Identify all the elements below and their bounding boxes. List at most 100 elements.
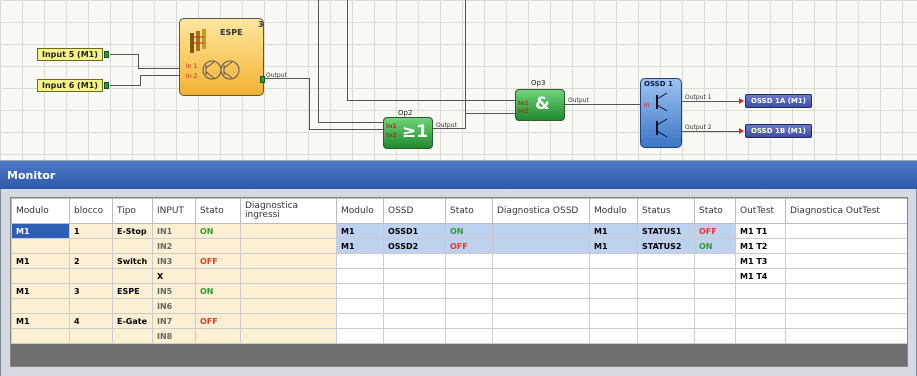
table-row[interactable]: M1 2 Switch IN3 OFF M1 T3: [11, 253, 907, 269]
table-cell[interactable]: IN7: [152, 313, 196, 329]
table-cell[interactable]: 3: [69, 283, 113, 299]
table-cell[interactable]: X: [152, 268, 196, 284]
table-cell[interactable]: [240, 328, 337, 344]
table-cell[interactable]: [195, 238, 241, 254]
column-header[interactable]: Diagnostica OutTest: [785, 198, 907, 224]
table-cell[interactable]: [69, 298, 113, 314]
table-cell[interactable]: [492, 328, 590, 344]
column-header[interactable]: OutTest: [735, 198, 786, 224]
diagram-canvas[interactable]: Input 5 (M1) Input 6 (M1) ESPE 3 In 1 In…: [0, 0, 917, 161]
table-cell[interactable]: OFF: [195, 313, 241, 329]
table-row[interactable]: X M1 T4: [11, 268, 907, 284]
table-cell[interactable]: [336, 283, 384, 299]
table-cell[interactable]: [694, 268, 736, 284]
table-cell[interactable]: STATUS1: [637, 223, 695, 239]
table-cell[interactable]: [785, 268, 907, 284]
table-cell[interactable]: [492, 298, 590, 314]
table-cell[interactable]: [785, 328, 907, 344]
op3-and-block[interactable]: & In1 In2: [515, 89, 565, 121]
table-cell[interactable]: [11, 298, 70, 314]
table-cell[interactable]: [589, 268, 638, 284]
table-cell[interactable]: [589, 253, 638, 269]
table-cell[interactable]: [112, 298, 153, 314]
table-cell[interactable]: [195, 328, 241, 344]
table-cell[interactable]: M1 T1: [735, 223, 786, 239]
table-cell[interactable]: [637, 283, 695, 299]
table-cell[interactable]: [240, 298, 337, 314]
column-header[interactable]: Stato: [445, 198, 493, 224]
table-cell[interactable]: [785, 223, 907, 239]
table-cell[interactable]: [240, 268, 337, 284]
table-cell[interactable]: IN8: [152, 328, 196, 344]
table-cell[interactable]: [336, 298, 384, 314]
input-5-block[interactable]: Input 5 (M1): [37, 48, 103, 61]
table-row[interactable]: IN6: [11, 298, 907, 314]
column-header[interactable]: Diagnostica ingressi: [240, 198, 337, 224]
table-cell[interactable]: [785, 283, 907, 299]
column-header[interactable]: Status: [637, 198, 695, 224]
column-header[interactable]: Stato: [694, 198, 736, 224]
table-cell[interactable]: M1: [589, 238, 638, 254]
column-header[interactable]: Tipo: [112, 198, 153, 224]
table-cell[interactable]: [240, 238, 337, 254]
table-cell[interactable]: [735, 313, 786, 329]
table-cell[interactable]: [785, 238, 907, 254]
input-6-block[interactable]: Input 6 (M1): [37, 79, 103, 92]
table-cell[interactable]: [383, 253, 446, 269]
table-cell[interactable]: STATUS2: [637, 238, 695, 254]
table-cell[interactable]: [445, 298, 493, 314]
table-cell[interactable]: [383, 313, 446, 329]
ossd-1a-output[interactable]: OSSD 1A (M1): [745, 94, 812, 108]
table-cell[interactable]: [336, 268, 384, 284]
table-cell[interactable]: [383, 268, 446, 284]
ossd-1b-output[interactable]: OSSD 1B (M1): [745, 124, 812, 138]
table-cell[interactable]: ON: [694, 238, 736, 254]
table-cell[interactable]: ON: [195, 223, 241, 239]
table-cell[interactable]: [112, 268, 153, 284]
ossd-1-block[interactable]: OSSD 1: [640, 78, 682, 148]
table-cell[interactable]: [112, 328, 153, 344]
table-cell[interactable]: [785, 313, 907, 329]
table-cell[interactable]: [336, 253, 384, 269]
table-cell[interactable]: [69, 268, 113, 284]
table-cell[interactable]: [492, 253, 590, 269]
column-header[interactable]: Modulo: [589, 198, 638, 224]
column-header[interactable]: Modulo: [336, 198, 384, 224]
table-cell[interactable]: M1 T4: [735, 268, 786, 284]
table-cell[interactable]: [383, 328, 446, 344]
table-cell[interactable]: 4: [69, 313, 113, 329]
column-header[interactable]: Modulo: [11, 198, 70, 224]
table-cell[interactable]: Switch: [112, 253, 153, 269]
table-cell[interactable]: [589, 298, 638, 314]
table-cell[interactable]: ESPE: [112, 283, 153, 299]
table-cell[interactable]: [637, 298, 695, 314]
table-cell[interactable]: OSSD1: [383, 223, 446, 239]
table-cell[interactable]: [195, 268, 241, 284]
table-cell[interactable]: [11, 328, 70, 344]
table-cell[interactable]: M1: [11, 253, 70, 269]
table-cell[interactable]: M1 T2: [735, 238, 786, 254]
table-cell[interactable]: [383, 298, 446, 314]
table-cell[interactable]: M1: [336, 223, 384, 239]
table-cell[interactable]: IN1: [152, 223, 196, 239]
table-cell[interactable]: OSSD2: [383, 238, 446, 254]
espe-block[interactable]: ESPE 3 In 1 In 2: [179, 18, 265, 96]
table-cell[interactable]: [445, 328, 493, 344]
table-cell[interactable]: [336, 328, 384, 344]
table-cell[interactable]: [785, 253, 907, 269]
table-cell[interactable]: [240, 283, 337, 299]
table-cell[interactable]: [492, 238, 590, 254]
table-cell[interactable]: [240, 313, 337, 329]
column-header[interactable]: INPUT: [152, 198, 196, 224]
table-cell[interactable]: M1: [11, 313, 70, 329]
table-cell[interactable]: [195, 298, 241, 314]
table-cell[interactable]: [11, 268, 70, 284]
table-cell[interactable]: [589, 283, 638, 299]
table-cell[interactable]: ON: [195, 283, 241, 299]
table-cell[interactable]: [445, 268, 493, 284]
table-cell[interactable]: [492, 223, 590, 239]
table-cell[interactable]: [240, 223, 337, 239]
table-cell[interactable]: [694, 283, 736, 299]
table-row[interactable]: M1 3 ESPE IN5 ON: [11, 283, 907, 299]
table-cell[interactable]: [240, 253, 337, 269]
